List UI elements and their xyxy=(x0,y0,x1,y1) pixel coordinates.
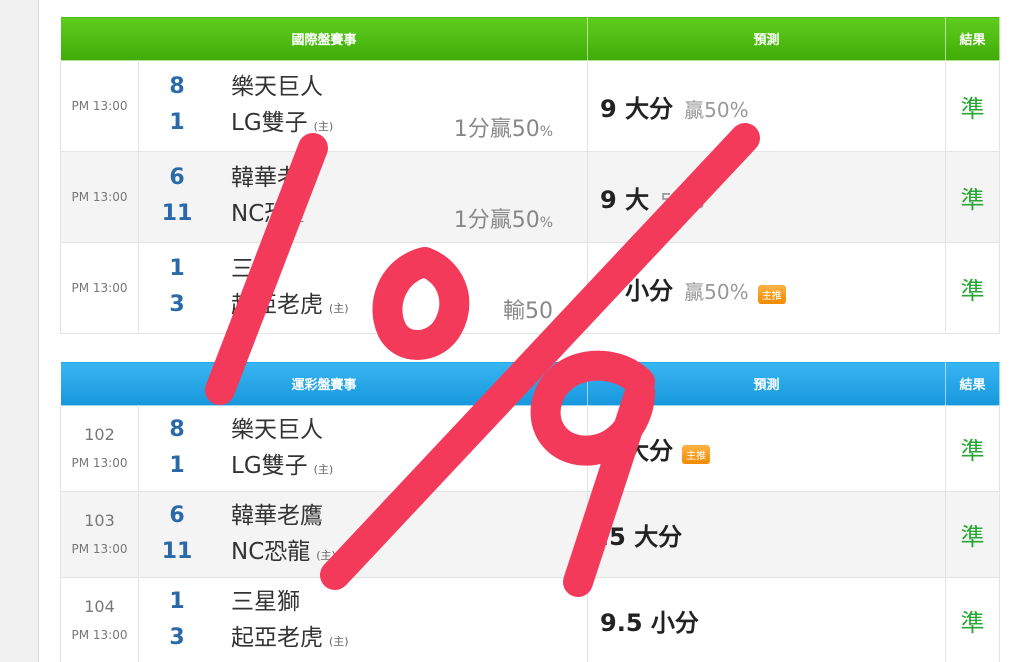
prediction-cell: 9 小分 贏50% 主推 xyxy=(587,242,947,334)
table-row[interactable]: PM 13:00 1 三星 3 起亞老虎 (主) 輸50 9 小分 贏50% 主推… xyxy=(60,242,1001,334)
game-id: 102 xyxy=(84,424,115,444)
home-score: 3 xyxy=(169,292,185,317)
away-team: 樂天巨人 xyxy=(231,417,323,443)
game-id: 103 xyxy=(84,510,115,530)
home-score: 1 xyxy=(169,110,185,135)
away-score: 1 xyxy=(169,256,185,281)
away-team: 樂天巨人 xyxy=(231,74,323,100)
away-score: 8 xyxy=(169,417,185,442)
prediction-rate: 贏50% xyxy=(684,97,749,122)
home-score: 3 xyxy=(169,625,185,650)
game-time: 103 PM 13:00 xyxy=(60,491,139,578)
away-score: 6 xyxy=(169,503,185,528)
home-team: NC恐主 xyxy=(231,201,305,227)
header-result: 結果 xyxy=(945,361,1001,406)
featured-badge: 主推 xyxy=(682,445,711,464)
lottery-odds-table: 運彩盤賽事 預測 結果 102 PM 13:00 8 樂天巨人 1 LG雙子 (主… xyxy=(59,361,1001,662)
result-text: 準 xyxy=(945,405,1001,492)
match-cell: 6 韓華老鷹 11 NC恐龍 (主) xyxy=(137,491,589,578)
prediction-rate: 50% xyxy=(660,188,705,213)
away-team: 韓華老 xyxy=(231,165,300,191)
game-time: PM 13:00 xyxy=(60,151,139,243)
result-text: 準 xyxy=(945,577,1001,662)
table-row[interactable]: 102 PM 13:00 8 樂天巨人 1 LG雙子 (主) 8 大分 主推 準 xyxy=(60,405,1001,492)
header-result: 結果 xyxy=(945,16,1001,61)
game-time: 104 PM 13:00 xyxy=(60,577,139,662)
prediction-cell: 8 大分 主推 xyxy=(587,405,947,492)
prediction-cell: 9 大 50% xyxy=(587,151,947,243)
header-prediction: 預測 xyxy=(587,361,947,406)
away-team: 三星獅 xyxy=(231,589,300,615)
away-team: 韓華老鷹 xyxy=(231,503,323,529)
prediction-text: .5 大分 xyxy=(600,523,683,551)
match-cell: 8 樂天巨人 1 LG雙子 (主) xyxy=(137,405,589,492)
prediction-text: 9 大分 xyxy=(600,94,674,123)
match-cell: 1 三星獅 3 起亞老虎 (主) xyxy=(137,577,589,662)
home-mark: (主) xyxy=(329,635,349,648)
away-score: 8 xyxy=(169,74,185,99)
home-score: 11 xyxy=(161,201,193,226)
international-odds-table: 國際盤賽事 預測 結果 PM 13:00 8 樂天巨人 1 LG雙子 (主) 1分… xyxy=(59,16,1001,334)
home-team: LG雙子 (主) xyxy=(231,453,334,479)
home-team: 起亞老虎 (主) xyxy=(231,625,349,651)
match-cell: 1 三星 3 起亞老虎 (主) 輸50 xyxy=(137,242,589,334)
handicap-text: 輸50 xyxy=(503,299,554,324)
game-id: 104 xyxy=(84,596,115,616)
header-prediction: 預測 xyxy=(587,16,947,61)
prediction-cell: 9.5 小分 xyxy=(587,577,947,662)
header-match: 運彩盤賽事 xyxy=(59,361,589,406)
home-mark: (主) xyxy=(316,549,336,562)
prediction-text: 8 大分 xyxy=(600,437,674,465)
game-time: 102 PM 13:00 xyxy=(60,405,139,492)
handicap-text: 1分贏50% xyxy=(453,208,554,233)
home-team: 起亞老虎 (主) xyxy=(231,292,349,318)
home-mark: 主 xyxy=(293,211,305,224)
table-row[interactable]: 104 PM 13:00 1 三星獅 3 起亞老虎 (主) 9.5 小分 準 xyxy=(60,577,1001,662)
handicap-text: 1分贏50% xyxy=(453,117,554,142)
table-row[interactable]: PM 13:00 8 樂天巨人 1 LG雙子 (主) 1分贏50% 9 大分 贏5… xyxy=(60,60,1001,152)
header-match: 國際盤賽事 xyxy=(59,16,589,61)
prediction-cell: 9 大分 贏50% xyxy=(587,60,947,152)
home-score: 1 xyxy=(169,453,185,478)
prediction-text: 9.5 小分 xyxy=(600,609,699,637)
home-team: NC恐龍 (主) xyxy=(231,539,336,565)
home-mark: (主) xyxy=(313,120,334,133)
result-text: 準 xyxy=(945,151,1001,243)
prediction-text: 9 大 xyxy=(600,185,650,214)
featured-badge: 主推 xyxy=(757,284,786,304)
home-mark: (主) xyxy=(313,463,334,476)
away-score: 1 xyxy=(169,589,185,614)
prediction-cell: .5 大分 xyxy=(587,491,947,578)
table-row[interactable]: PM 13:00 6 韓華老 11 NC恐主 1分贏50% 9 大 50% 準 xyxy=(60,151,1001,243)
prediction-text: 9 小分 xyxy=(600,276,674,305)
table-row[interactable]: 103 PM 13:00 6 韓華老鷹 11 NC恐龍 (主) .5 大分 準 xyxy=(60,491,1001,578)
away-team: 三星 xyxy=(231,256,277,282)
prediction-rate: 贏50% xyxy=(684,279,749,304)
match-cell: 8 樂天巨人 1 LG雙子 (主) 1分贏50% xyxy=(137,60,589,152)
result-text: 準 xyxy=(945,60,1001,152)
home-score: 11 xyxy=(161,539,193,564)
result-text: 準 xyxy=(945,491,1001,578)
game-time: PM 13:00 xyxy=(60,60,139,152)
result-text: 準 xyxy=(945,242,1001,334)
game-time: PM 13:00 xyxy=(60,242,139,334)
home-team: LG雙子 (主) xyxy=(231,110,334,136)
match-cell: 6 韓華老 11 NC恐主 1分贏50% xyxy=(137,151,589,243)
away-score: 6 xyxy=(169,165,185,190)
home-mark: (主) xyxy=(329,302,349,315)
